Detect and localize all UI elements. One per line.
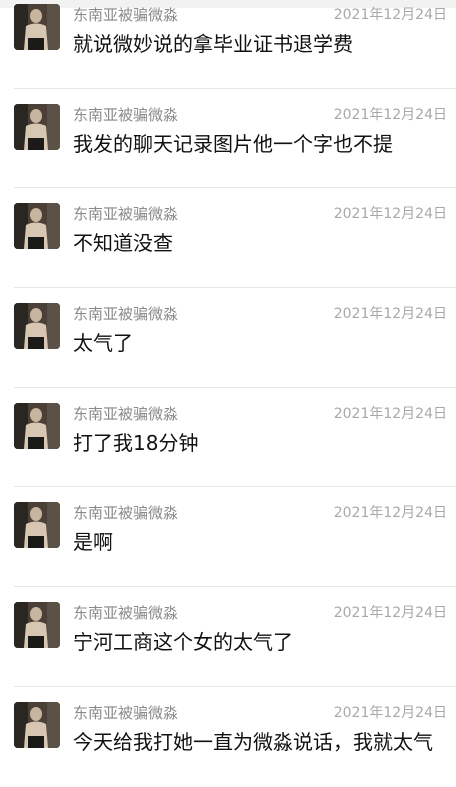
comment-text: 太气了 <box>73 331 133 356</box>
comment-author: 东南亚被骗微淼 <box>73 604 179 623</box>
comment-author: 东南亚被骗微淼 <box>73 305 179 324</box>
comment-date: 2021年12月24日 <box>333 704 447 721</box>
comment-item[interactable]: 东南亚被骗微淼 2021年12月24日 太气了 <box>0 288 456 388</box>
comment-text: 打了我18分钟 <box>73 430 199 455</box>
comment-text: 不知道没查 <box>73 231 173 256</box>
comment-author: 东南亚被骗微淼 <box>73 205 179 224</box>
comment-author: 东南亚被骗微淼 <box>73 504 179 523</box>
comment-author: 东南亚被骗微淼 <box>73 105 179 124</box>
comment-list[interactable]: 东南亚被骗微淼 2021年12月24日 就说微妙说的拿毕业证书退学费 东南亚被骗… <box>0 0 456 787</box>
avatar-photo-icon[interactable] <box>14 303 60 350</box>
comment-text: 宁河工商这个女的太气了 <box>73 630 293 655</box>
avatar-photo-icon[interactable] <box>14 701 60 748</box>
avatar-photo-icon[interactable] <box>14 502 60 549</box>
comment-text: 是啊 <box>73 530 113 555</box>
comment-date: 2021年12月24日 <box>333 505 447 522</box>
comment-date: 2021年12月24日 <box>333 605 447 622</box>
comment-author: 东南亚被骗微淼 <box>73 6 179 24</box>
comment-item[interactable]: 东南亚被骗微淼 2021年12月24日 不知道没查 <box>0 188 456 289</box>
comment-date: 2021年12月24日 <box>333 206 447 223</box>
avatar-photo-icon[interactable] <box>14 602 60 649</box>
comment-text: 我发的聊天记录图片他一个字也不提 <box>73 131 393 156</box>
comment-date: 2021年12月24日 <box>333 306 447 323</box>
comment-author: 东南亚被骗微淼 <box>73 404 179 423</box>
comment-item[interactable]: 东南亚被骗微淼 2021年12月24日 是啊 <box>0 487 456 588</box>
comment-item[interactable]: 东南亚被骗微淼 2021年12月24日 我发的聊天记录图片他一个字也不提 <box>0 89 456 189</box>
comment-item[interactable]: 东南亚被骗微淼 2021年12月24日 宁河工商这个女的太气了 <box>0 587 456 687</box>
avatar-photo-icon[interactable] <box>14 103 60 150</box>
comment-date: 2021年12月24日 <box>333 106 447 123</box>
avatar-photo-icon[interactable] <box>14 4 60 50</box>
comment-author: 东南亚被骗微淼 <box>73 703 179 722</box>
avatar-photo-icon[interactable] <box>14 402 60 449</box>
comment-date: 2021年12月24日 <box>333 7 447 23</box>
comment-text: 就说微妙说的拿毕业证书退学费 <box>73 32 353 56</box>
avatar-photo-icon[interactable] <box>14 203 60 250</box>
comment-item[interactable]: 东南亚被骗微淼 2021年12月24日 就说微妙说的拿毕业证书退学费 <box>0 0 456 89</box>
comment-date: 2021年12月24日 <box>333 405 447 422</box>
comment-item[interactable]: 东南亚被骗微淼 2021年12月24日 今天给我打她一直为微淼说话，我就太气 <box>0 687 456 787</box>
comment-text: 今天给我打她一直为微淼说话，我就太气 <box>73 729 433 754</box>
comment-item[interactable]: 东南亚被骗微淼 2021年12月24日 打了我18分钟 <box>0 388 456 488</box>
